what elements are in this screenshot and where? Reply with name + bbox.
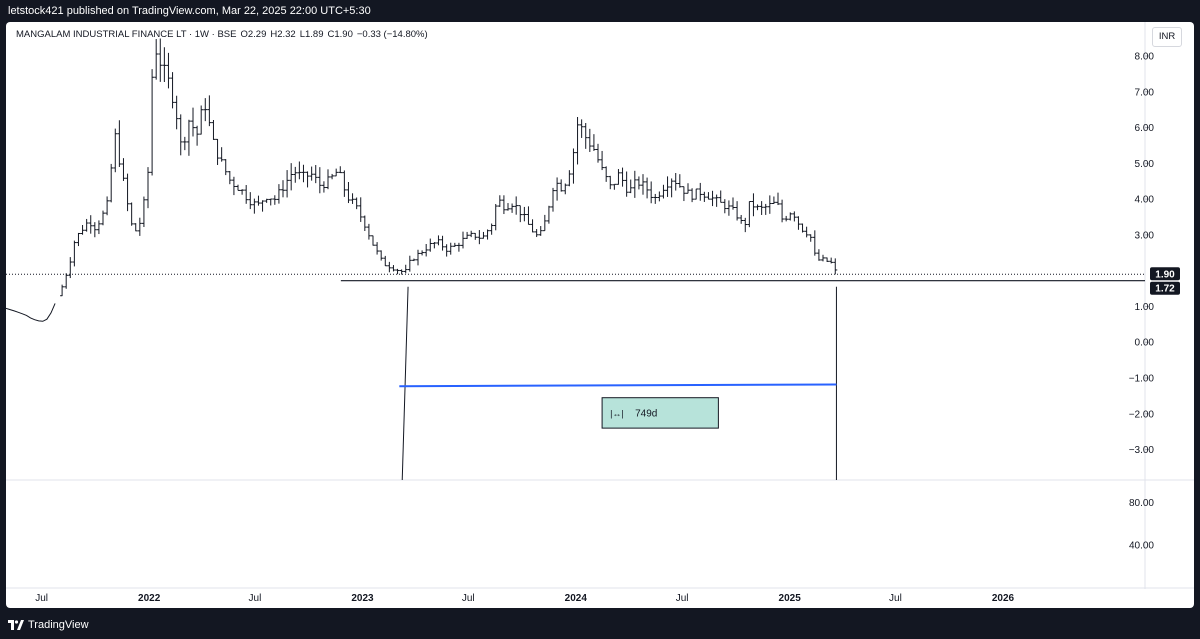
legend-open: O2.29 <box>240 29 267 40</box>
y-tick-label: −2.00 <box>1129 409 1155 420</box>
legend-symbol[interactable]: MANGALAM INDUSTRIAL FINANCE LT · 1W · BS… <box>16 29 236 40</box>
legend-high: H2.32 <box>270 29 296 40</box>
x-tick-label: Jul <box>35 593 48 604</box>
date-range-label: 749d <box>635 408 657 419</box>
price-label: 1.90 <box>1155 269 1175 280</box>
x-tick-label: Jul <box>462 593 475 604</box>
x-tick-label: Jul <box>249 593 262 604</box>
vertical-marker-line <box>401 286 409 481</box>
chart-canvas[interactable]: 8.00 7.00 6.00 5.00 4.00 3.00 1.00 0.00 −1.00 −2.… <box>6 22 1194 608</box>
price-label: 1.72 <box>1155 284 1175 295</box>
sub-pane-tick-label: 80.00 <box>1129 498 1154 509</box>
tradingview-logo[interactable]: TradingView <box>8 619 89 631</box>
currency-button[interactable]: INR <box>1152 27 1182 47</box>
symbol-legend: MANGALAM INDUSTRIAL FINANCE LT · 1W · BS… <box>16 29 428 40</box>
trend-line <box>399 383 837 388</box>
y-tick-label: 6.00 <box>1135 123 1155 134</box>
legend-low: L1.89 <box>299 29 324 40</box>
y-tick-label: 0.00 <box>1135 338 1155 349</box>
legend-change: −0.33 (−14.80%) <box>356 29 428 40</box>
footer-brand: TradingView <box>28 618 89 631</box>
y-tick-label: 4.00 <box>1135 195 1155 206</box>
date-range-icon: |↔| <box>610 408 624 418</box>
price-line <box>6 303 56 322</box>
x-tick-label: 2022 <box>138 593 161 604</box>
publish-line: letstock421 published on TradingView.com… <box>8 5 371 17</box>
y-tick-label: 7.00 <box>1135 87 1155 98</box>
x-tick-label: 2026 <box>992 593 1015 604</box>
x-tick-label: 2025 <box>779 593 802 604</box>
y-tick-label: 3.00 <box>1135 230 1155 241</box>
legend-close: C1.90 <box>327 29 353 40</box>
x-tick-label: Jul <box>889 593 902 604</box>
sub-pane-tick-label: 40.00 <box>1129 541 1154 552</box>
y-tick-label: −1.00 <box>1129 374 1155 385</box>
y-tick-label: −3.00 <box>1129 445 1155 456</box>
chart-panel[interactable]: 8.00 7.00 6.00 5.00 4.00 3.00 1.00 0.00 −1.00 −2.… <box>6 22 1194 608</box>
x-tick-label: 2024 <box>565 593 588 604</box>
y-tick-label: 5.00 <box>1135 159 1155 170</box>
x-tick-label: Jul <box>676 593 689 604</box>
x-tick-label: 2023 <box>351 593 374 604</box>
y-tick-label: 1.00 <box>1135 302 1155 313</box>
footer-bar: TradingView <box>0 610 1200 639</box>
tradingview-icon <box>8 619 24 630</box>
y-tick-label: 8.00 <box>1135 51 1155 62</box>
